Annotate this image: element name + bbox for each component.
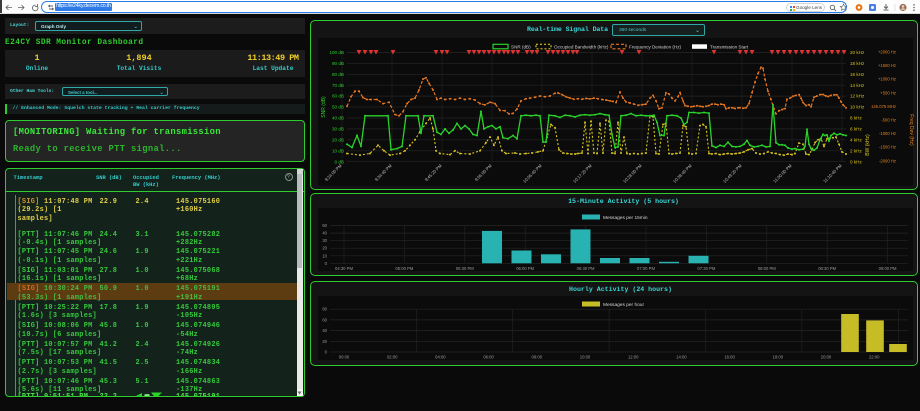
svg-text:10 dB: 10 dB [332,148,344,153]
svg-text:-2000 Hz: -2000 Hz [879,158,896,163]
svg-text:06:00 PM: 06:00 PM [516,266,534,271]
svg-text:06:00: 06:00 [483,355,494,360]
svg-text:+1500 Hz: +1500 Hz [878,63,896,68]
svg-text:80 dB: 80 dB [332,72,344,77]
svg-text:18 kHz: 18 kHz [850,61,865,66]
svg-text:Transmission Start: Transmission Start [710,45,749,50]
svg-text:08:00 PM: 08:00 PM [758,266,776,271]
svg-text:14:00: 14:00 [676,355,687,360]
svg-text:60 dB: 60 dB [332,94,344,99]
svg-text:Occupied Bandwidth (kHz): Occupied Bandwidth (kHz) [554,45,609,50]
svg-text:12 kHz: 12 kHz [850,94,865,99]
svg-text:80: 80 [322,307,327,312]
svg-text:4 kHz: 4 kHz [850,137,862,142]
svg-text:SNR (dB): SNR (dB) [321,96,327,118]
svg-text:+1000 Hz: +1000 Hz [878,77,896,82]
svg-text:8 kHz: 8 kHz [850,116,862,121]
svg-text:Messages per hour: Messages per hour [603,302,644,308]
svg-text:2 kHz: 2 kHz [850,148,862,153]
svg-text:14 kHz: 14 kHz [850,83,865,88]
svg-text:07:30 PM: 07:30 PM [697,266,715,271]
svg-text:07:00 PM: 07:00 PM [637,266,655,271]
svg-text:50 dB: 50 dB [332,105,344,110]
svg-text:90 dB: 90 dB [332,61,344,66]
svg-text:10 kHz: 10 kHz [850,105,865,110]
svg-text:40 dB: 40 dB [332,116,344,121]
svg-text:+500 Hz: +500 Hz [880,90,896,95]
svg-text:+2000 Hz: +2000 Hz [878,49,896,54]
svg-text:100 dB: 100 dB [329,50,344,55]
svg-text:20 kHz: 20 kHz [850,50,865,55]
svg-text:-1500 Hz: -1500 Hz [879,145,896,150]
svg-text:08:00: 08:00 [532,355,543,360]
svg-text:20: 20 [322,339,327,344]
svg-text:145.075 MHz: 145.075 MHz [871,104,896,109]
svg-text:30: 30 [322,238,327,243]
svg-text:02:00: 02:00 [387,355,398,360]
svg-text:04:30 PM: 04:30 PM [335,266,353,271]
svg-text:00:00: 00:00 [339,355,350,360]
svg-text:22:00: 22:00 [869,355,880,360]
svg-text:40: 40 [322,231,327,236]
svg-text:09:00 PM: 09:00 PM [879,266,897,271]
svg-text:05:00 PM: 05:00 PM [395,266,413,271]
svg-text:6 kHz: 6 kHz [850,127,862,132]
svg-text:18:00: 18:00 [773,355,784,360]
svg-text:0 kHz: 0 kHz [850,159,862,164]
svg-text:60: 60 [322,317,327,322]
svg-text:20:00: 20:00 [821,355,832,360]
svg-text:10:00: 10:00 [580,355,591,360]
svg-text:12:00: 12:00 [628,355,639,360]
svg-text:SNR (dB): SNR (dB) [511,45,531,50]
svg-text:30 dB: 30 dB [332,127,344,132]
svg-text:-1000 Hz: -1000 Hz [879,131,896,136]
svg-text:05:30 PM: 05:30 PM [456,266,474,271]
svg-text:70 dB: 70 dB [332,83,344,88]
svg-text:50: 50 [322,223,327,228]
svg-text:16 kHz: 16 kHz [850,72,865,77]
svg-text:BW (kHz): BW (kHz) [865,134,871,156]
svg-text:10: 10 [322,253,327,258]
svg-text:20 dB: 20 dB [332,137,344,142]
svg-text:-500 Hz: -500 Hz [881,118,896,123]
svg-text:Messages per 15min: Messages per 15min [603,215,648,221]
svg-text:16:00: 16:00 [724,355,735,360]
svg-text:Frequency Deviation (Hz): Frequency Deviation (Hz) [629,45,682,50]
svg-text:40: 40 [322,328,327,333]
svg-text:08:30 PM: 08:30 PM [818,266,836,271]
svg-text:04:00: 04:00 [435,355,446,360]
svg-text:Freq Dev (Hz): Freq Dev (Hz) [908,114,914,146]
svg-text:20: 20 [322,246,327,251]
svg-text:06:30 PM: 06:30 PM [577,266,595,271]
